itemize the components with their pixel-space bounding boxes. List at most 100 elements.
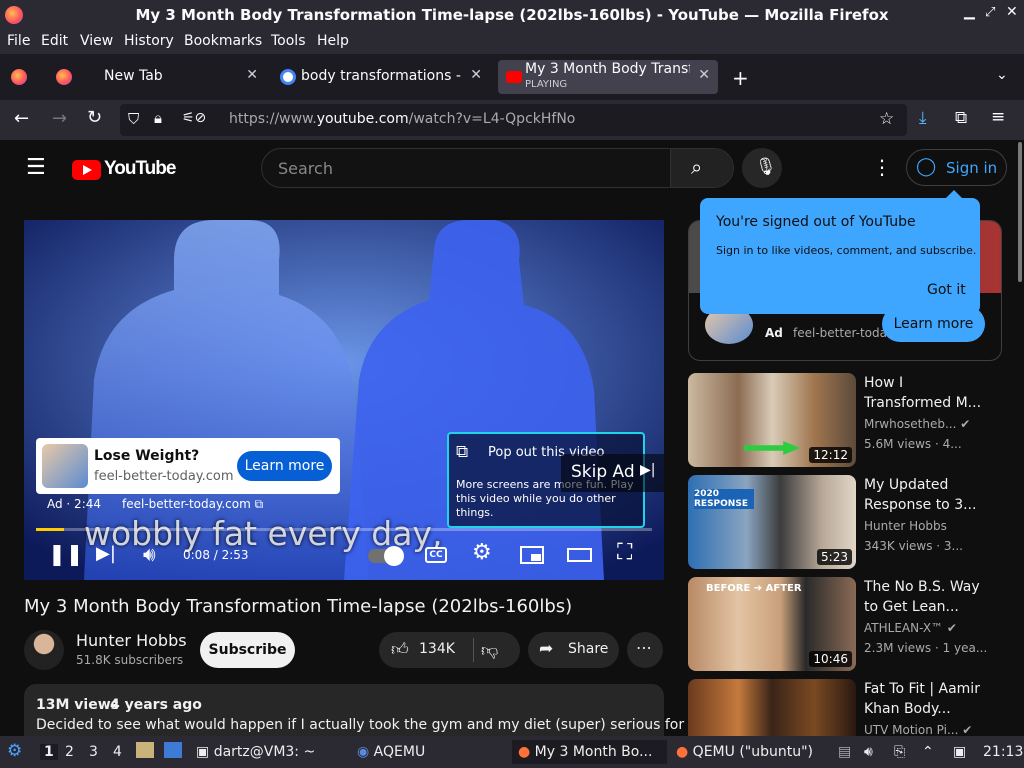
- workspace-4[interactable]: 4: [113, 744, 122, 760]
- workspace-2[interactable]: 2: [65, 744, 74, 760]
- upload-date: 4 years ago: [110, 697, 202, 713]
- recommendation-item[interactable]: BEFORE ➔ AFTER 10:46 The No B.S. Way to …: [688, 577, 1000, 671]
- bookmark-star-icon[interactable]: ☆: [879, 109, 894, 129]
- overlay-ad[interactable]: Lose Weight? feel-better-today.com Learn…: [36, 438, 340, 494]
- start-menu-icon[interactable]: ⚙: [7, 741, 22, 761]
- channel-name[interactable]: Hunter Hobbs: [76, 631, 187, 650]
- pause-icon[interactable]: ❚❚: [48, 542, 83, 566]
- lock-icon[interactable]: 🔒︎: [154, 109, 162, 127]
- search-button[interactable]: ⌕: [670, 149, 733, 187]
- thumbnail-text: BEFORE ➔ AFTER: [706, 583, 802, 594]
- task-qemu[interactable]: ● QEMU ("ubuntu"): [676, 744, 813, 760]
- new-tab-icon[interactable]: +: [732, 66, 749, 90]
- settings-more-icon[interactable]: ⋮: [872, 155, 892, 179]
- menu-bookmarks[interactable]: Bookmarks: [184, 33, 262, 49]
- url-bar[interactable]: ⛉ 🔒︎ ⚟⊘ https://www.youtube.com/watch?v=…: [120, 104, 907, 136]
- extensions-icon[interactable]: ⧉: [955, 108, 967, 128]
- close-tab-icon[interactable]: ✕: [246, 67, 258, 83]
- video-player[interactable]: Lose Weight? feel-better-today.com Learn…: [24, 220, 664, 580]
- tab-playing-label: PLAYING: [525, 79, 568, 90]
- task-aqemu[interactable]: ◉ AQEMU: [357, 744, 425, 760]
- volume-icon[interactable]: 🔊︎: [143, 542, 156, 566]
- forward-icon[interactable]: →: [52, 108, 67, 129]
- aqemu-icon: ◉: [357, 744, 374, 760]
- menu-help[interactable]: Help: [317, 33, 349, 49]
- like-count[interactable]: 134K: [419, 641, 455, 657]
- menu-history[interactable]: History: [124, 33, 174, 49]
- overlay-learn-more-button[interactable]: Learn more: [237, 451, 332, 481]
- skip-ad-button[interactable]: Skip Ad ▶|: [561, 454, 664, 492]
- progress-bar[interactable]: [36, 528, 652, 531]
- menu-file[interactable]: File: [7, 33, 30, 49]
- recommendation-item[interactable]: 12:12 How I Transformed M... Mrwhosetheb…: [688, 373, 1000, 467]
- close-tab-icon[interactable]: ✕: [698, 67, 710, 83]
- green-arrow-icon: [744, 441, 800, 455]
- clock: 21:13: [983, 744, 1024, 760]
- video-meta: 5.6M views · 4...: [864, 437, 962, 451]
- menu-tools[interactable]: Tools: [271, 33, 306, 49]
- video-title: Fat To Fit | Aamir Khan Body...: [864, 681, 980, 717]
- close-tab-icon[interactable]: ✕: [470, 67, 482, 83]
- like-icon[interactable]: 👍︎: [391, 639, 409, 660]
- youtube-page: ☰ YouTube Search ⌕ 🎙︎ ⋮ ◯ Sign in Lose W…: [0, 140, 1016, 736]
- ad-badge: Ad · 2:44: [47, 497, 102, 511]
- subscribe-button[interactable]: Subscribe: [200, 632, 295, 668]
- tray-clipboard-icon[interactable]: ▤: [838, 744, 851, 760]
- desktop-taskbar: ⚙ 1 2 3 4 ▣ dartz@VM3: ~ ◉ AQEMU ● My 3 …: [0, 736, 1024, 768]
- tracking-shield-icon[interactable]: ⛉: [128, 110, 139, 128]
- minimize-icon[interactable]: ▁: [964, 4, 975, 20]
- guide-menu-icon[interactable]: ☰: [26, 155, 46, 180]
- fullscreen-icon[interactable]: ⛶: [617, 540, 632, 565]
- task-terminal[interactable]: ▣ dartz@VM3: ~: [196, 744, 315, 760]
- subtitles-button[interactable]: CC: [425, 547, 447, 563]
- dislike-icon[interactable]: 👎︎: [481, 640, 498, 661]
- miniplayer-icon[interactable]: [520, 546, 544, 564]
- tab-youtube-video[interactable]: My 3 Month Body Transfo PLAYING ✕: [498, 60, 718, 94]
- back-icon[interactable]: ←: [14, 108, 29, 129]
- ad-site-link[interactable]: feel-better-today.com ⧉: [122, 497, 263, 512]
- recommendation-item[interactable]: 2020 RESPONSE 5:23 My Updated Response t…: [688, 475, 1000, 569]
- video-title: My Updated Response to 3...: [864, 477, 977, 513]
- tab-body-transformations[interactable]: body transformations - G ✕: [272, 60, 490, 94]
- reload-icon[interactable]: ↻: [87, 107, 102, 128]
- page-scrollbar[interactable]: [1016, 140, 1024, 736]
- recommendation-item[interactable]: Fat To Fit | Aamir Khan Body... UTV Moti…: [688, 679, 1000, 736]
- menu-edit[interactable]: Edit: [41, 33, 68, 49]
- tray-indicator-icon[interactable]: ▣: [953, 744, 966, 760]
- share-label: Share: [568, 641, 609, 657]
- theater-mode-icon[interactable]: [567, 548, 592, 562]
- url-text[interactable]: https://www.youtube.com/watch?v=L4-QpckH…: [229, 111, 575, 127]
- share-button[interactable]: ➦ Share: [528, 632, 619, 668]
- search-input[interactable]: Search ⌕: [261, 148, 734, 188]
- video-title: The No B.S. Way to Get Lean...: [864, 579, 980, 615]
- more-actions-button[interactable]: ⋯: [627, 632, 663, 668]
- description-box[interactable]: 13M views 4 years ago Decided to see wha…: [24, 684, 698, 736]
- firefox-icon: ●: [518, 744, 535, 760]
- list-tabs-icon[interactable]: ⌄: [996, 67, 1008, 83]
- workspace-3[interactable]: 3: [89, 744, 98, 760]
- workspace-1[interactable]: 1: [40, 744, 58, 760]
- permissions-icon[interactable]: ⚟⊘: [182, 110, 206, 126]
- tab-new-tab[interactable]: New Tab ✕: [48, 60, 266, 94]
- ad-thumbnail: [42, 444, 88, 488]
- app-menu-icon[interactable]: ≡: [991, 107, 1005, 127]
- got-it-button[interactable]: Got it: [927, 282, 966, 298]
- menu-view[interactable]: View: [80, 33, 113, 49]
- close-window-icon[interactable]: ✕: [1006, 4, 1018, 20]
- tray-network-icon[interactable]: ⎘: [894, 744, 905, 760]
- desktop-icon[interactable]: [164, 742, 182, 758]
- file-manager-icon[interactable]: [136, 742, 154, 758]
- tray-volume-icon[interactable]: 🔊︎: [864, 744, 873, 760]
- task-firefox[interactable]: ● My 3 Month Bo...: [512, 740, 667, 764]
- youtube-logo[interactable]: YouTube: [72, 158, 176, 180]
- tray-overflow-icon[interactable]: ⌃: [922, 744, 934, 760]
- next-video-icon[interactable]: ▶|: [96, 543, 116, 564]
- downloads-icon[interactable]: ⤓: [919, 108, 927, 128]
- firefox-view-icon[interactable]: [11, 69, 27, 85]
- maximize-icon[interactable]: ⤢: [985, 5, 995, 20]
- channel-avatar[interactable]: [24, 630, 64, 670]
- voice-search-button[interactable]: 🎙︎: [742, 148, 782, 188]
- settings-gear-icon[interactable]: ⚙: [472, 540, 492, 565]
- autoplay-toggle[interactable]: [368, 546, 404, 566]
- sign-in-button[interactable]: ◯ Sign in: [906, 149, 1007, 186]
